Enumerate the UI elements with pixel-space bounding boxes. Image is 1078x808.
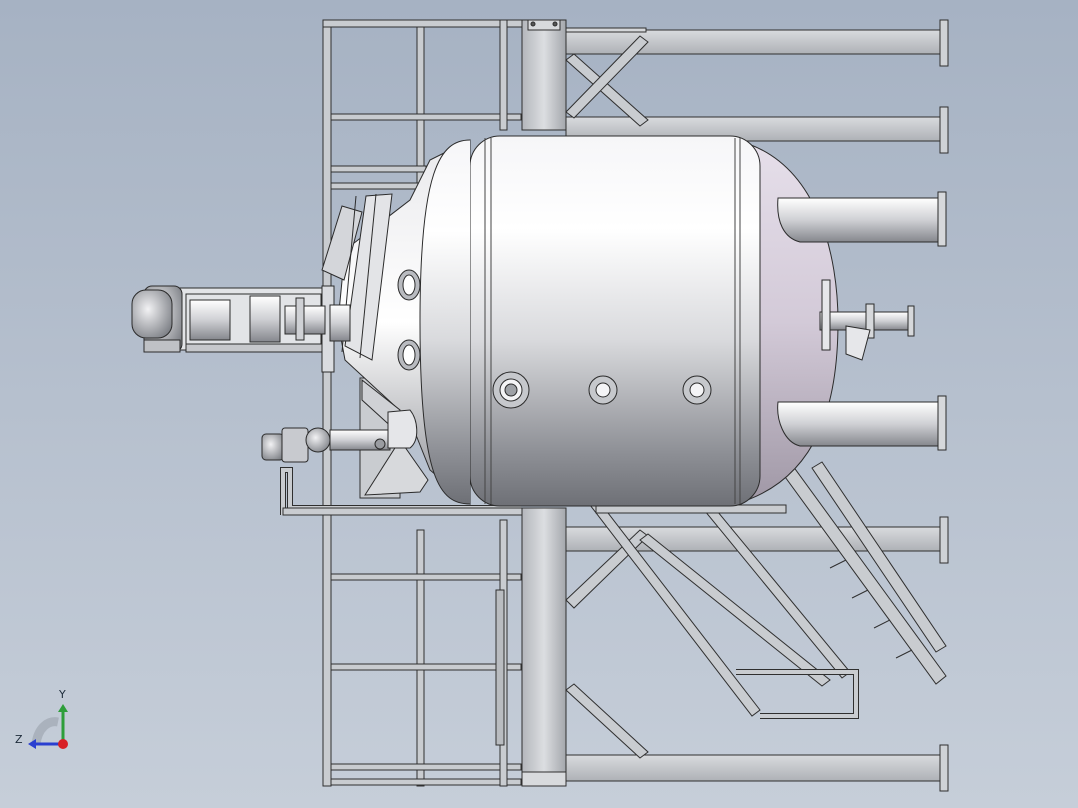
z-axis-label: Z bbox=[15, 733, 23, 746]
graphics-viewport[interactable]: Y Z bbox=[0, 0, 1078, 808]
shell-cylinder[interactable] bbox=[469, 135, 761, 507]
agitator-drive[interactable] bbox=[131, 285, 351, 373]
x-axis-dot bbox=[58, 739, 68, 749]
y-axis-label: Y bbox=[59, 688, 66, 701]
y-axis-head bbox=[58, 704, 68, 712]
reactor-assembly-model[interactable] bbox=[0, 0, 1078, 808]
view-orientation-triad bbox=[28, 704, 68, 749]
agitator-motor[interactable] bbox=[131, 285, 183, 353]
vessel-body[interactable] bbox=[321, 135, 839, 507]
